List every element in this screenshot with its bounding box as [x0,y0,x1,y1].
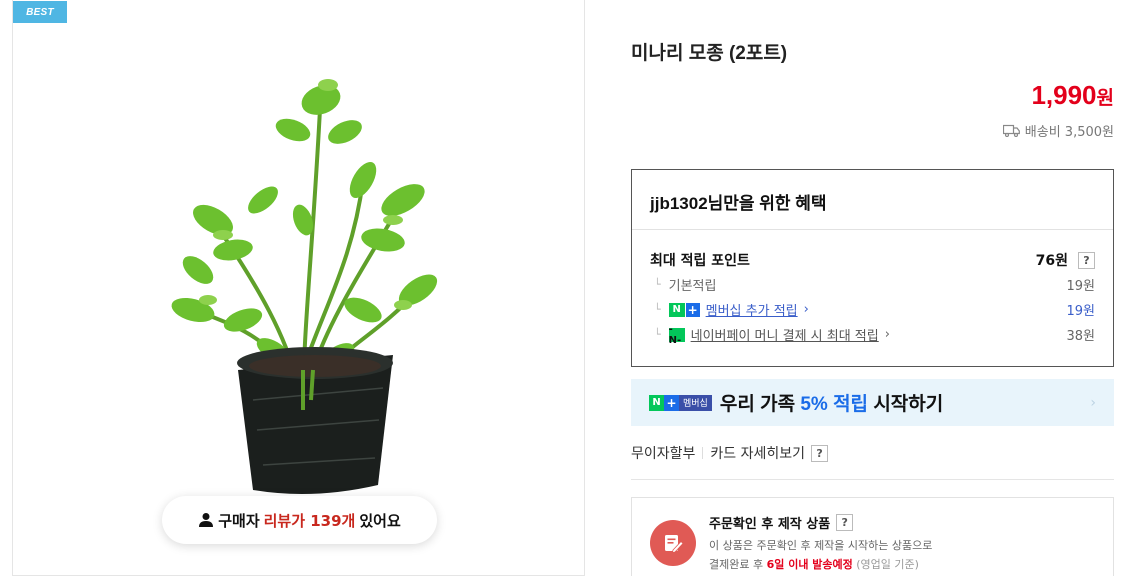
max-point-row: 최대 적립 포인트 76원 ? [650,250,1095,270]
branch-icon: └ [654,278,661,291]
review-pill-suffix: 있어요 [359,511,401,530]
shipping-fee: 배송비 3,500원 [1002,121,1114,140]
membership-point-value: 19원 [1066,304,1095,319]
chevron-right-icon: › [803,302,809,317]
npay-point-link[interactable]: 네이버페이 머니 결제 시 최대 적립 [691,325,879,344]
truck-icon [1002,124,1020,137]
product-image-panel: BEST 구매자 리뷰가 139개 있어요 [12,0,585,576]
npay-point-value: 38원 [1066,329,1095,344]
product-price: 1,990원 [1031,80,1114,111]
section-divider [631,479,1114,480]
naver-membership-badge: N + 멤버십 [649,394,712,411]
notice-title: 주문확인 후 제작 상품 ? [709,513,854,532]
npay-point-row: └ -N- 네이버페이 머니 결제 시 최대 적립 › 38원 [650,324,1095,346]
naver-pay-money-icon: -N- [668,324,685,346]
shipping-fee-text: 배송비 3,500원 [1024,125,1114,140]
branch-icon: └ [654,303,661,316]
installment-row: 무이자할부 카드 자세히보기 ? [631,443,829,463]
max-point-value: 76원 [1035,253,1068,269]
price-value: 1,990 [1031,80,1097,110]
benefit-title: jjb1302님만을 위한 혜택 [632,170,1113,230]
chevron-right-icon: › [884,327,890,342]
membership-banner[interactable]: N + 멤버십 우리 가족 5% 적립 시작하기 › [631,379,1114,426]
basic-point-label: 기본적립 [668,279,717,294]
review-count-pill[interactable]: 구매자 리뷰가 139개 있어요 [162,496,437,544]
notice-description: 이 상품은 주문확인 후 제작을 시작하는 상품으로 [709,539,933,552]
basic-point-row: └ 기본적립 19원 [650,275,1095,294]
branch-icon: └ [654,328,661,341]
notice-shipping-info: 결제완료 후 6일 이내 발송예정 (영업일 기준) [709,558,919,571]
price-unit: 원 [1096,88,1114,109]
membership-banner-text: 우리 가족 5% 적립 시작하기 [719,394,944,415]
product-page: BEST 구매자 리뷰가 139개 있어요 미나리 모종 (2포트) 1,990… [0,0,1145,576]
membership-point-link[interactable]: 멤버십 추가 적립 [706,300,798,319]
user-icon [199,513,214,527]
help-icon[interactable]: ? [811,444,829,462]
max-point-label: 최대 적립 포인트 [650,253,750,269]
best-badge: BEST [13,1,67,23]
help-icon[interactable]: ? [836,514,854,531]
product-title: 미나리 모종 (2포트) [631,43,788,64]
divider [702,447,704,459]
basic-point-value: 19원 [1066,279,1095,294]
installment-label: 무이자할부 [631,446,696,462]
review-pill-prefix: 구매자 [218,511,260,530]
card-details-link[interactable]: 카드 자세히보기 [710,443,805,463]
review-pill-count: 리뷰가 139개 [263,511,356,530]
naver-plus-icon: N + [668,302,700,317]
max-point-help-icon[interactable]: ? [1078,251,1095,269]
benefit-box: jjb1302님만을 위한 혜택 최대 적립 포인트 76원 ? └ 기본적립 … [631,169,1114,367]
edit-document-icon [650,520,696,566]
made-to-order-notice: 주문확인 후 제작 상품 ? 이 상품은 주문확인 후 제작을 시작하는 상품으… [631,497,1114,576]
chevron-right-icon: › [1090,395,1096,411]
product-image[interactable] [153,70,453,500]
membership-point-row: └ N + 멤버십 추가 적립 › 19원 [650,300,1095,319]
